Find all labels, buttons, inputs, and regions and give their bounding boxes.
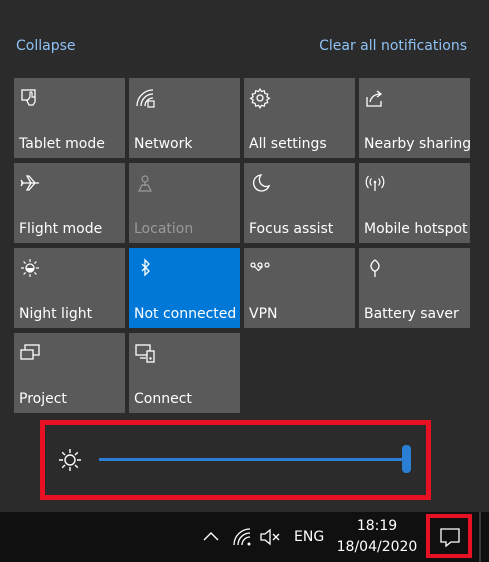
- project-icon: [20, 344, 40, 360]
- tile-night-light[interactable]: Night light: [14, 248, 125, 328]
- wifi-icon[interactable]: [231, 526, 253, 548]
- tile-label: Tablet mode: [19, 136, 105, 152]
- nearby-sharing-icon: [366, 90, 383, 107]
- tile-label: VPN: [249, 306, 278, 322]
- clock-time: 18:19: [356, 518, 398, 534]
- volume-muted-icon[interactable]: [259, 526, 281, 548]
- tile-label: Flight mode: [19, 221, 103, 237]
- taskbar: ENG 18:19 18/04/2020: [0, 512, 489, 562]
- clear-all-notifications-link[interactable]: Clear all notifications: [319, 38, 467, 54]
- show-desktop-button[interactable]: [479, 512, 481, 562]
- clock[interactable]: 18:19 18/04/2020: [333, 516, 421, 558]
- notification-icon: [440, 528, 460, 548]
- notification-button[interactable]: [426, 514, 472, 558]
- tile-label: Project: [19, 391, 67, 407]
- tile-battery-saver[interactable]: Battery saver: [359, 248, 470, 328]
- tile-label: Focus assist: [249, 221, 334, 237]
- tile-tablet-mode[interactable]: Tablet mode: [14, 78, 125, 158]
- tile-all-settings[interactable]: All settings: [244, 78, 355, 158]
- location-icon: [138, 175, 152, 192]
- vpn-icon: [250, 262, 270, 272]
- tile-label: Connect: [134, 391, 192, 407]
- gear-icon: [249, 87, 271, 109]
- brightness-control: [40, 420, 431, 500]
- tile-label: Location: [134, 221, 194, 237]
- moon-icon: [252, 174, 271, 192]
- tile-bluetooth[interactable]: Not connected: [129, 248, 240, 328]
- hotspot-icon: [365, 175, 385, 191]
- tile-connect[interactable]: Connect: [129, 333, 240, 413]
- airplane-icon: [20, 175, 39, 191]
- tile-label: Not connected: [134, 306, 237, 322]
- clock-date: 18/04/2020: [336, 539, 418, 555]
- chevron-up-icon[interactable]: [200, 526, 222, 548]
- sun-icon: [59, 449, 81, 471]
- tile-label: Network: [134, 136, 193, 152]
- tile-label: Battery saver: [364, 306, 459, 322]
- tile-mobile-hotspot[interactable]: Mobile hotspot: [359, 163, 470, 243]
- tile-label: Mobile hotspot: [364, 221, 468, 237]
- brightness-slider-track[interactable]: [99, 458, 407, 461]
- language-indicator[interactable]: ENG: [294, 529, 324, 545]
- tile-label: Night light: [19, 306, 93, 322]
- brightness-slider-thumb[interactable]: [402, 445, 411, 473]
- tile-flight-mode[interactable]: Flight mode: [14, 163, 125, 243]
- tile-focus-assist[interactable]: Focus assist: [244, 163, 355, 243]
- tile-label: All settings: [249, 136, 327, 152]
- tile-location[interactable]: Location: [129, 163, 240, 243]
- tile-project[interactable]: Project: [14, 333, 125, 413]
- tablet-mode-icon: [21, 89, 36, 106]
- night-light-icon: [21, 259, 39, 277]
- tile-network[interactable]: Network: [129, 78, 240, 158]
- tile-nearby-sharing[interactable]: Nearby sharing: [359, 78, 472, 158]
- bluetooth-icon: [141, 258, 150, 277]
- battery-saver-icon: [370, 259, 380, 277]
- collapse-link[interactable]: Collapse: [16, 38, 76, 54]
- network-icon: [136, 89, 155, 108]
- tile-vpn[interactable]: VPN: [244, 248, 355, 328]
- action-center-panel: Collapse Clear all notifications Tablet …: [0, 0, 489, 512]
- connect-icon: [135, 344, 155, 363]
- tile-label: Nearby sharing: [364, 136, 472, 152]
